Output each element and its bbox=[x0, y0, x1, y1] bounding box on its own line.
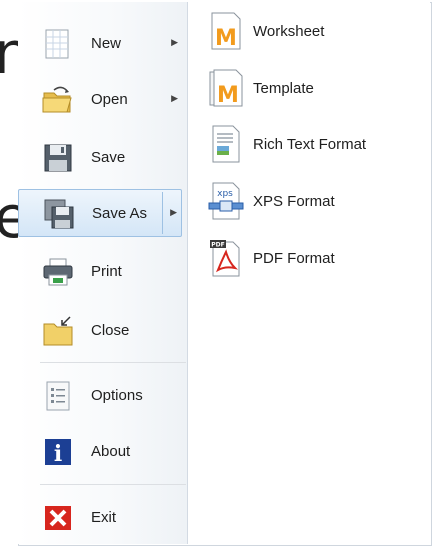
xps-icon: xps bbox=[208, 182, 244, 220]
menu-item-close-label: Close bbox=[91, 322, 130, 339]
submenu-item-pdf-format-label: PDF Format bbox=[253, 250, 335, 267]
submenu-item-rich-text-format[interactable]: Rich Text Format bbox=[200, 120, 420, 170]
submenu-item-template-label: Template bbox=[253, 80, 314, 97]
menu-item-save[interactable]: Save bbox=[18, 134, 182, 182]
svg-text:M: M bbox=[215, 26, 237, 51]
split-button-divider bbox=[162, 192, 163, 234]
menu-item-save-label: Save bbox=[91, 149, 126, 166]
menu-item-open-label: Open bbox=[91, 91, 128, 108]
chevron-right-icon: ▶ bbox=[171, 93, 178, 103]
svg-text:M: M bbox=[217, 83, 239, 108]
chevron-right-icon: ▶ bbox=[171, 37, 178, 47]
menu-item-exit[interactable]: Exit bbox=[18, 494, 182, 542]
menu-item-open[interactable]: Open ▶ bbox=[18, 76, 182, 124]
info-icon: i bbox=[45, 439, 71, 467]
submenu-item-xps-format-label: XPS Format bbox=[253, 193, 335, 210]
submenu-item-rich-text-format-label: Rich Text Format bbox=[253, 136, 367, 153]
close-folder-icon bbox=[43, 316, 73, 346]
pdf-icon: PDF bbox=[210, 240, 240, 277]
menu-item-options-label: Options bbox=[91, 387, 143, 404]
menu-item-about[interactable]: i About bbox=[18, 428, 182, 476]
template-icon: M bbox=[209, 69, 243, 108]
chevron-right-icon[interactable]: ▶ bbox=[170, 207, 177, 218]
options-list-icon bbox=[46, 381, 70, 411]
svg-text:PDF: PDF bbox=[211, 242, 224, 249]
save-as-icon bbox=[44, 199, 74, 229]
menu-item-print-label: Print bbox=[91, 263, 122, 280]
submenu-item-xps-format[interactable]: xps XPS Format bbox=[200, 177, 420, 227]
menu-item-save-as[interactable]: Save As ▶ bbox=[18, 189, 182, 237]
menu-item-close[interactable]: Close bbox=[18, 307, 182, 355]
open-folder-icon bbox=[42, 86, 72, 113]
menu-item-print[interactable]: Print bbox=[18, 248, 182, 296]
printer-icon bbox=[43, 258, 73, 286]
menu-separator bbox=[40, 362, 186, 363]
submenu-item-pdf-format[interactable]: PDF PDF Format bbox=[200, 234, 420, 284]
worksheet-icon: M bbox=[211, 12, 241, 51]
exit-x-icon bbox=[45, 506, 71, 530]
menu-item-exit-label: Exit bbox=[91, 509, 117, 526]
menu-item-about-label: About bbox=[91, 443, 131, 460]
floppy-disk-icon bbox=[44, 144, 72, 172]
submenu-item-worksheet-label: Worksheet bbox=[253, 23, 325, 40]
svg-text:i: i bbox=[54, 441, 62, 467]
submenu-item-worksheet[interactable]: M Worksheet bbox=[200, 7, 420, 57]
new-document-icon bbox=[45, 29, 69, 59]
submenu-item-template[interactable]: M Template bbox=[200, 64, 420, 114]
rich-text-icon bbox=[212, 125, 240, 163]
menu-item-new[interactable]: New ▶ bbox=[18, 20, 182, 68]
menu-item-new-label: New bbox=[91, 35, 122, 52]
menu-item-save-as-label: Save As bbox=[92, 205, 148, 222]
menu-separator bbox=[40, 484, 186, 485]
menu-item-options[interactable]: Options bbox=[18, 372, 182, 420]
svg-text:xps: xps bbox=[217, 189, 233, 199]
